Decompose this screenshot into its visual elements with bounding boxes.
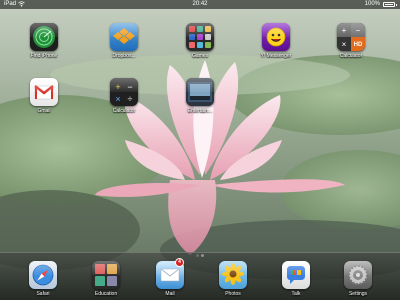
yahoo-messenger-icon — [262, 23, 290, 51]
app-label: Find iPhone — [30, 53, 58, 59]
folder-entertainment[interactable]: Entertain... — [175, 78, 225, 114]
app-calculator[interactable]: + − × ÷ Calculator — [99, 78, 149, 114]
app-label: Mail — [165, 291, 175, 297]
dropbox-icon — [110, 23, 138, 51]
svg-text:+: + — [342, 26, 347, 35]
app-label: Settings — [348, 291, 368, 297]
gmail-icon — [30, 78, 58, 106]
app-label: Dropbox... — [112, 53, 136, 59]
app-label: Gmail — [37, 108, 51, 114]
app-label: Games — [191, 53, 209, 59]
safari-icon — [29, 261, 57, 289]
app-calculator-hd[interactable]: + − × HD Calculator — [326, 23, 376, 59]
app-label: Talk — [291, 291, 301, 297]
dock-app-safari[interactable]: Safari — [18, 261, 68, 297]
dock-app-talk[interactable]: Talk — [271, 261, 321, 297]
find-iphone-icon — [30, 23, 58, 51]
app-gmail[interactable]: Gmail — [19, 78, 69, 114]
app-dropbox[interactable]: Dropbox... — [99, 23, 149, 59]
dock-folder-education[interactable]: Education — [81, 261, 131, 297]
status-bar: iPad 20:42 100% — [0, 0, 400, 9]
app-find-iphone[interactable]: Find iPhone — [19, 23, 69, 59]
folder-icon — [186, 78, 214, 106]
svg-text:HD: HD — [354, 42, 363, 48]
battery-icon — [383, 2, 397, 7]
folder-icon — [92, 261, 120, 289]
app-label: Calculator — [339, 53, 363, 59]
folder-icon — [186, 23, 214, 51]
notification-badge: 4 — [175, 258, 184, 267]
app-label: Calculator — [112, 108, 136, 114]
svg-text:+: + — [115, 82, 120, 92]
page-indicator[interactable] — [0, 244, 400, 257]
svg-text:×: × — [115, 94, 120, 104]
photos-icon — [219, 261, 247, 289]
svg-text:−: − — [356, 26, 361, 35]
dock-app-photos[interactable]: Photos — [208, 261, 258, 297]
app-label: Y! Messenger — [260, 53, 292, 59]
google-talk-icon — [282, 261, 310, 289]
settings-icon — [344, 261, 372, 289]
svg-text:÷: ÷ — [128, 94, 133, 104]
calculator-icon: + − × ÷ — [110, 78, 138, 106]
app-label: Education — [94, 291, 118, 297]
dock-app-mail[interactable]: 4 Mail — [145, 258, 195, 297]
svg-text:−: − — [127, 82, 132, 92]
dock-app-settings[interactable]: Settings — [333, 261, 383, 297]
calculator-hd-icon: + − × HD — [337, 23, 365, 51]
clock: 20:42 — [192, 1, 208, 7]
app-label: Safari — [36, 291, 50, 297]
app-yahoo-messenger[interactable]: Y! Messenger — [251, 23, 301, 59]
folder-games[interactable]: Games — [175, 23, 225, 59]
app-label: Entertain... — [187, 108, 213, 114]
svg-text:×: × — [342, 40, 347, 49]
battery-percentage: 100% — [364, 1, 380, 7]
app-label: Photos — [225, 291, 241, 297]
